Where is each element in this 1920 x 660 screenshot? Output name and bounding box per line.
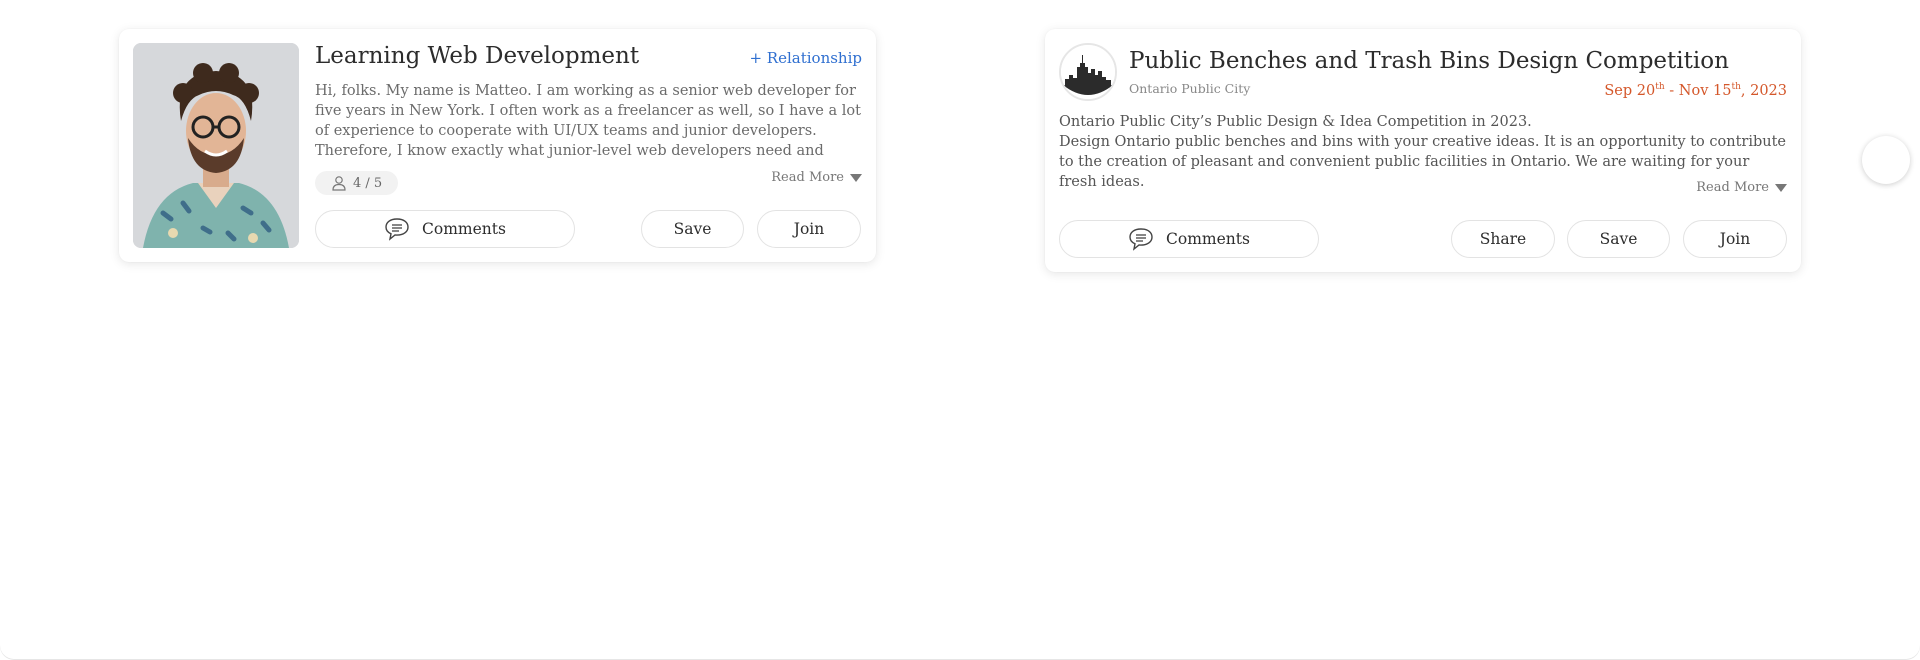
competition-dates: Sep 20th - Nov 15th, 2023 (1604, 82, 1787, 99)
join-button[interactable]: Join (1683, 220, 1787, 258)
city-skyline-logo (1059, 43, 1117, 101)
save-button[interactable]: Save (641, 210, 744, 248)
member-count-badge: 4 / 5 (315, 171, 399, 195)
description-line-1: Ontario Public City’s Public Design & Id… (1059, 114, 1532, 130)
date-start: Sep 20 (1604, 82, 1656, 99)
date-year: , 2023 (1740, 82, 1787, 99)
caret-down-icon (1775, 183, 1787, 192)
add-relationship-link[interactable]: + Relationship (749, 49, 862, 67)
competition-card-benches-bins: Public Benches and Trash Bins Design Com… (1045, 29, 1801, 272)
comments-button[interactable]: Comments (1059, 220, 1319, 258)
read-more-toggle[interactable]: Read More (771, 170, 862, 185)
chat-bubble-icon (1129, 228, 1153, 251)
member-count-text: 4 / 5 (353, 175, 383, 191)
competition-title[interactable]: Public Benches and Trash Bins Design Com… (1129, 48, 1729, 74)
read-more-toggle[interactable]: Read More (1696, 180, 1787, 195)
chat-bubble-icon (385, 218, 409, 241)
comments-button[interactable]: Comments (315, 210, 575, 248)
user-icon (332, 176, 346, 191)
organization-name[interactable]: Ontario Public City (1129, 81, 1250, 96)
caret-down-icon (850, 173, 862, 182)
description-line-2: Design Ontario public benches and bins w… (1059, 134, 1787, 190)
join-button[interactable]: Join (757, 210, 861, 248)
group-card-web-development: Learning Web Development + Relationship … (119, 29, 876, 262)
profile-photo (133, 43, 299, 248)
date-end-suffix: th (1731, 82, 1741, 92)
date-start-suffix: th (1655, 82, 1665, 92)
read-more-label: Read More (1696, 180, 1769, 195)
floating-action-button[interactable] (1862, 136, 1910, 184)
competition-description: Ontario Public City’s Public Design & Id… (1059, 112, 1789, 192)
comments-label: Comments (1166, 230, 1250, 248)
group-title[interactable]: Learning Web Development (315, 43, 639, 69)
date-separator-end: - Nov 15 (1664, 82, 1732, 99)
comments-label: Comments (422, 220, 506, 238)
group-description: Hi, folks. My name is Matteo. I am worki… (315, 83, 861, 159)
share-button[interactable]: Share (1451, 220, 1555, 258)
save-button[interactable]: Save (1567, 220, 1670, 258)
read-more-label: Read More (771, 170, 844, 185)
